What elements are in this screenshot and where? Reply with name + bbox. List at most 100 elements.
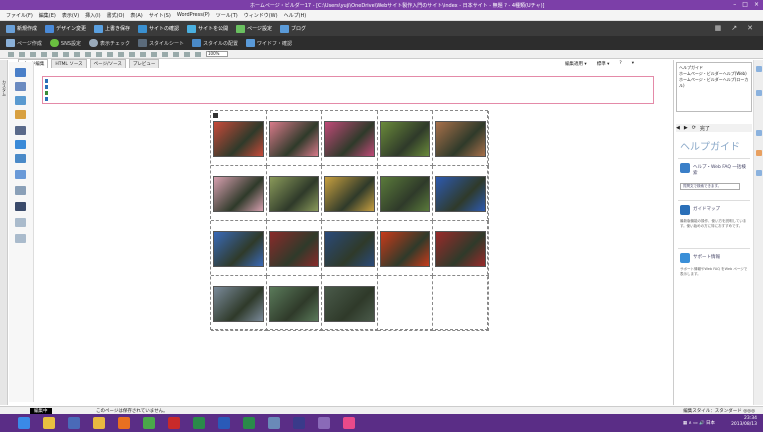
layout-icon[interactable]: ▦ (715, 24, 722, 32)
cut-icon[interactable] (8, 51, 14, 57)
blog-button[interactable]: ブログ (279, 24, 306, 33)
font-color-icon[interactable] (162, 51, 168, 57)
image-icon[interactable] (118, 51, 124, 57)
link-icon[interactable] (173, 51, 179, 57)
done-button[interactable]: 完了 (700, 125, 710, 132)
list-tool-icon[interactable] (15, 186, 26, 195)
ie-icon[interactable] (18, 417, 30, 429)
ribbon-close-icon[interactable]: ✕ (747, 24, 753, 32)
folder-icon[interactable] (93, 417, 105, 429)
help-section-title[interactable]: ガイドマップ (693, 206, 720, 212)
photo-autumn-1[interactable] (213, 231, 264, 267)
photo-flowers-1[interactable] (213, 121, 264, 157)
pencil-tool-icon[interactable] (15, 110, 26, 119)
align-right-icon[interactable] (96, 51, 102, 57)
maximize-button[interactable]: □ (742, 1, 748, 8)
table-tool-icon[interactable] (15, 126, 26, 135)
help-select[interactable]: ? (619, 61, 621, 67)
share-icon[interactable]: ↗ (731, 24, 737, 32)
excel-icon[interactable] (243, 417, 255, 429)
chrome-icon[interactable] (143, 417, 155, 429)
tab-preview[interactable]: プレビュー (128, 59, 160, 68)
table-cell[interactable] (322, 276, 378, 331)
photo-autumn-4[interactable] (379, 231, 431, 267)
side-panel-icon[interactable] (756, 150, 762, 156)
table-cell[interactable] (266, 111, 323, 166)
photo-flowers-5[interactable] (435, 121, 486, 157)
link-tool-icon[interactable] (15, 140, 26, 149)
new-page-button[interactable]: 新規作成 (6, 24, 37, 33)
page-settings-button[interactable]: ページ設定 (236, 24, 272, 33)
hpb-icon[interactable] (343, 417, 355, 429)
table-cell[interactable] (433, 166, 489, 221)
zoom-out-icon[interactable] (195, 51, 201, 57)
table-cell[interactable] (377, 221, 434, 276)
edit-apply-select[interactable]: 編集適用 ▾ (565, 61, 587, 67)
more-tool-icon[interactable] (15, 234, 26, 243)
help-section-title[interactable]: サポート情報 (693, 254, 720, 260)
help-section-title[interactable]: ヘルプ・Web FAQ 一括検索 (693, 164, 750, 176)
word-icon[interactable] (218, 417, 230, 429)
menu-edit[interactable]: 編集(E) (39, 12, 56, 19)
tab-html-source[interactable]: HTML ソース (51, 59, 87, 68)
zoom-in-icon[interactable] (184, 51, 190, 57)
menu-wordpress[interactable]: WordPress(P) (177, 12, 210, 18)
menu-table[interactable]: 表(A) (130, 12, 142, 19)
style-layout-button[interactable]: スタイルの配置 (192, 39, 238, 47)
table-cell[interactable] (266, 221, 323, 276)
paint-icon[interactable] (318, 417, 330, 429)
photo-garden-2[interactable] (268, 286, 320, 322)
dw-icon[interactable] (193, 417, 205, 429)
save-button[interactable]: 上書き保存 (94, 24, 130, 33)
photo-flowers-8[interactable] (324, 176, 375, 212)
site-tree[interactable]: ヘルプガイド ホームページ・ビルダーヘルプ(Web) ホームページ・ビルダーヘル… (676, 62, 752, 112)
firefox-icon[interactable] (118, 417, 130, 429)
italic-icon[interactable] (140, 51, 146, 57)
photo-tree-1[interactable] (379, 176, 431, 212)
shape-tool-icon[interactable] (15, 96, 26, 105)
layout-tool-icon[interactable] (15, 170, 26, 179)
menu-window[interactable]: ウィンドウ(W) (244, 12, 278, 19)
menu-file[interactable]: ファイル(F) (6, 12, 33, 19)
people-icon[interactable] (68, 417, 80, 429)
minimize-button[interactable]: – (733, 1, 736, 8)
table-cell[interactable] (211, 221, 267, 276)
header-block[interactable] (42, 76, 654, 104)
image-tool-icon[interactable] (15, 82, 26, 91)
photo-flowers-3[interactable] (324, 121, 375, 157)
menu-tools[interactable]: ツール(T) (216, 12, 238, 19)
menu-help[interactable]: ヘルプ(H) (284, 12, 307, 19)
side-panel-icon[interactable] (756, 66, 762, 72)
copy-icon[interactable] (19, 51, 25, 57)
side-panel-icon[interactable] (756, 130, 762, 136)
table-cell[interactable] (322, 221, 378, 276)
page-create-button[interactable]: ページ作成 (6, 39, 42, 47)
form-tool-icon[interactable] (15, 154, 26, 163)
table-cell[interactable] (377, 111, 434, 166)
ftp-icon[interactable] (268, 417, 280, 429)
stylesheet-button[interactable]: スタイルシート (138, 39, 184, 47)
underline-icon[interactable] (151, 51, 157, 57)
table-cell[interactable] (266, 166, 323, 221)
standard-select[interactable]: 標準 ▾ (597, 61, 610, 67)
undo-icon[interactable] (41, 51, 47, 57)
style-icon[interactable] (63, 51, 69, 57)
zoom-select[interactable]: 100% (206, 51, 228, 57)
table-icon[interactable] (107, 51, 113, 57)
photo-autumn-3[interactable] (324, 231, 375, 267)
bold-icon[interactable] (129, 51, 135, 57)
help-section-search[interactable]: ヘルプ・Web FAQ 一括検索 質問文で検索できます。 (678, 158, 750, 196)
refresh-icon[interactable]: ⟳ (692, 125, 696, 131)
menu-view[interactable]: 表示(V) (62, 12, 79, 19)
close-button[interactable]: × (754, 1, 759, 8)
table-cell[interactable] (211, 166, 267, 221)
display-check-button[interactable]: 表示チェック (89, 39, 130, 47)
tab-page-source[interactable]: ページ/ソース (89, 59, 126, 68)
back-icon[interactable]: ◀ (676, 125, 680, 131)
align-left-icon[interactable] (74, 51, 80, 57)
table-cell[interactable] (266, 276, 323, 331)
photo-pond-1[interactable] (324, 286, 375, 322)
photo-flowers-7[interactable] (268, 176, 320, 212)
design-change-button[interactable]: デザイン変更 (45, 24, 86, 33)
photo-flowers-4[interactable] (379, 121, 431, 157)
